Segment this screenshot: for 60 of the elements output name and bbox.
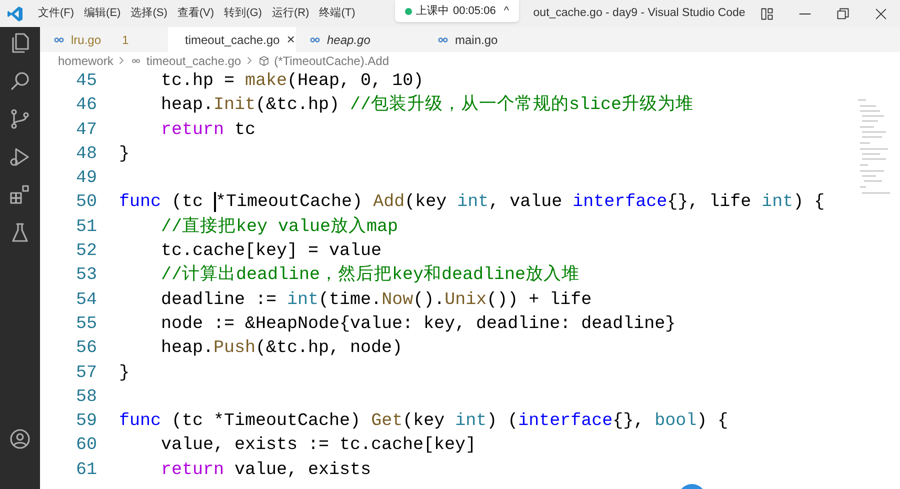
line-number: 54 xyxy=(74,288,97,312)
code-line: //计算出deadline，然后把key和deadline放入堆 xyxy=(160,264,580,288)
line-number: 58 xyxy=(74,386,97,409)
code-line: tc.hp = make(Heap, 0, 10) xyxy=(160,70,424,93)
code-line: node := &HeapNode{value: key, deadline: deadline} xyxy=(160,312,676,336)
code-line: func (tc *TimeoutCache) Get(key int) (interface{}, bool) { xyxy=(119,410,728,434)
restore-icon[interactable] xyxy=(836,6,850,20)
code-line: tc.cache[key] = value xyxy=(160,240,382,264)
line-number: 57 xyxy=(74,362,97,385)
meeting-timer: 00:05:06 xyxy=(453,4,496,19)
account-icon[interactable] xyxy=(8,427,32,451)
cube-icon xyxy=(258,54,270,66)
code-line: return value, exists xyxy=(160,458,372,482)
menu-item[interactable]: 运行(R) xyxy=(272,5,310,22)
menu-item[interactable]: 查看(V) xyxy=(177,5,214,22)
line-number: 51 xyxy=(74,216,97,239)
breadcrumb-item[interactable]: timeout_cache.go xyxy=(146,52,242,70)
line-number: 47 xyxy=(74,118,97,142)
chevron-icon xyxy=(245,56,254,65)
menu-item[interactable]: 编辑(E) xyxy=(84,5,121,22)
collapse-caret[interactable]: ^ xyxy=(504,2,509,20)
breadcrumb-item[interactable]: homework xyxy=(58,52,114,70)
code-line: deadline := int(time.Now().Unix()) + life xyxy=(160,288,592,312)
line-number: 48 xyxy=(74,142,97,166)
line-number: 60 xyxy=(74,434,97,458)
chevron-icon xyxy=(117,56,126,65)
menu-item[interactable]: 文件(F) xyxy=(38,5,74,22)
layout-icon[interactable] xyxy=(760,6,774,20)
menu-item[interactable]: 转到(G) xyxy=(224,5,262,22)
meeting-status: 上课中 xyxy=(416,4,449,19)
line-number: 56 xyxy=(74,337,97,360)
window-title: out_cache.go - day9 - Visual Studio Code xyxy=(533,6,746,21)
code-line: //直接把key value放入map xyxy=(160,216,398,239)
code-line: heap.Init(&tc.hp) //包装升级，从一个常规的slice升级为堆 xyxy=(160,94,694,118)
problem-count: 1 xyxy=(122,32,129,48)
line-number: 50 xyxy=(74,191,97,214)
line-number: 59 xyxy=(74,410,97,434)
line-number: 61 xyxy=(74,458,97,482)
menu-item[interactable]: 终端(T) xyxy=(319,5,356,22)
vscode-logo-icon xyxy=(6,4,24,22)
line-number: 45 xyxy=(74,70,97,93)
code-line: } xyxy=(119,362,130,385)
breadcrumb-item[interactable]: (*TimeoutCache).Add xyxy=(274,52,390,70)
play-bug-icon[interactable] xyxy=(8,145,32,169)
line-number: 46 xyxy=(74,94,97,118)
code-line: heap.Push(&tc.hp, node) xyxy=(160,337,403,360)
code-line: func (tc *TimeoutCache) Add(key int, value interface{}, life int) { xyxy=(119,190,825,214)
line-number: 53 xyxy=(74,264,97,288)
line-number: 49 xyxy=(74,167,97,190)
menu-item[interactable]: 选择(S) xyxy=(130,5,168,22)
blocks-icon[interactable] xyxy=(8,183,32,207)
editor-tab[interactable]: timeout_cache.go × xyxy=(168,27,296,52)
text-cursor xyxy=(214,192,216,212)
line-number: 52 xyxy=(74,240,97,264)
close-icon[interactable] xyxy=(874,6,888,20)
code-line: return tc xyxy=(160,118,256,142)
close-tab-icon[interactable]: × xyxy=(286,29,295,50)
line-number: 55 xyxy=(74,312,97,336)
code-line: value, exists := tc.cache[key] xyxy=(160,434,476,458)
code-line: } xyxy=(119,142,130,166)
